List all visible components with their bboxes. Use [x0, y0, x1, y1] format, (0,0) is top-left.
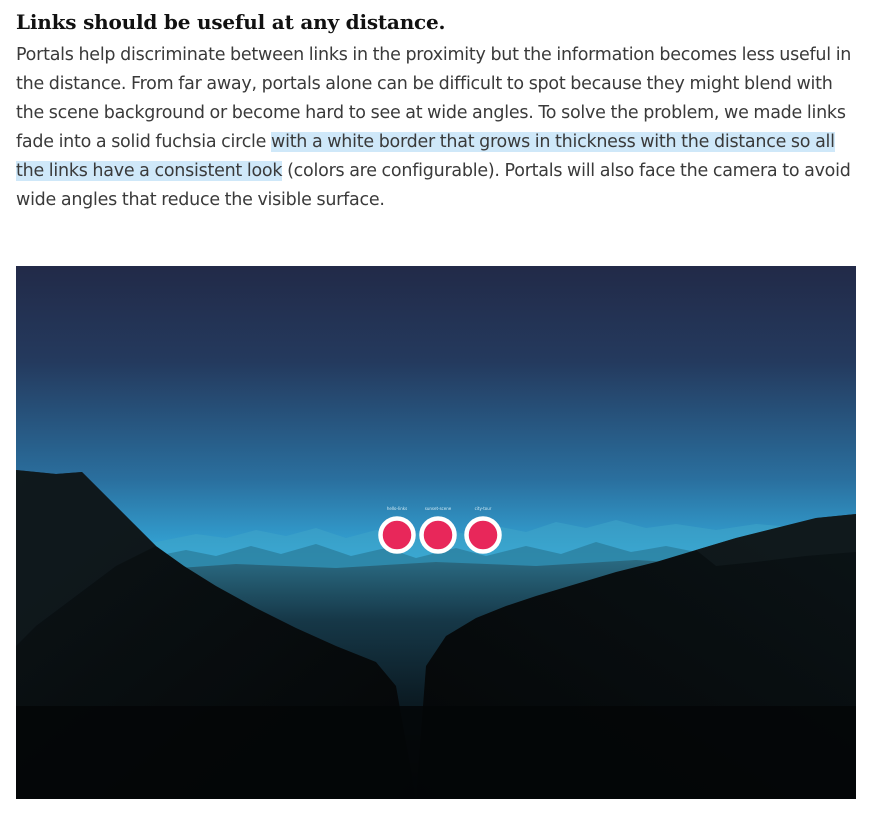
portal-circle[interactable] [419, 516, 457, 554]
body-paragraph: Portals help discriminate between links … [16, 41, 856, 215]
portal-circle[interactable] [378, 516, 416, 554]
section-heading: Links should be useful at any distance. [16, 10, 446, 34]
portal-circle[interactable] [464, 516, 502, 554]
portal-label: city-tour [475, 506, 492, 511]
mountain-scene-illustration: hello-links sunset-scene city-tour [16, 266, 856, 799]
scene-screenshot: hello-links sunset-scene city-tour [16, 266, 856, 799]
portal-label: hello-links [387, 506, 407, 511]
portal-label: sunset-scene [425, 506, 452, 511]
